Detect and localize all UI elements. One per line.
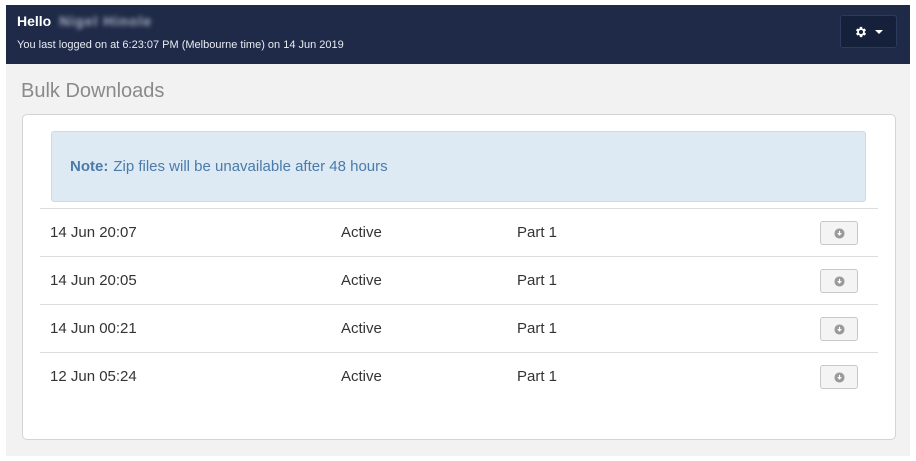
- download-date: 14 Jun 20:07: [50, 223, 137, 241]
- note-alert: Note: Zip files will be unavailable afte…: [51, 131, 866, 202]
- download-part: Part 1: [517, 367, 558, 385]
- user-name: Nigel Hinole: [59, 13, 153, 29]
- download-date: 14 Jun 20:05: [50, 271, 137, 289]
- download-button[interactable]: [820, 365, 858, 389]
- gear-icon: [854, 25, 868, 39]
- chevron-down-icon: [875, 29, 883, 34]
- table-row: 14 Jun 20:05 Active Part 1: [40, 256, 878, 304]
- last-login-text: You last logged on at 6:23:07 PM (Melbou…: [17, 39, 344, 51]
- greeting-row: Hello Nigel Hinole: [17, 13, 152, 29]
- download-button[interactable]: [820, 317, 858, 341]
- download-icon: [833, 227, 845, 239]
- greeting-text: Hello: [17, 13, 52, 29]
- download-status: Active: [341, 367, 382, 385]
- download-status: Active: [341, 223, 382, 241]
- table-row: 14 Jun 00:21 Active Part 1: [40, 304, 878, 352]
- settings-dropdown-button[interactable]: [840, 15, 897, 48]
- note-text: Zip files will be unavailable after 48 h…: [113, 158, 388, 175]
- download-icon: [833, 323, 845, 335]
- download-status: Active: [341, 271, 382, 289]
- table-row: 12 Jun 05:24 Active Part 1: [40, 352, 878, 400]
- download-date: 12 Jun 05:24: [50, 367, 137, 385]
- download-button[interactable]: [820, 221, 858, 245]
- download-button[interactable]: [820, 269, 858, 293]
- note-label: Note:: [70, 158, 109, 175]
- download-icon: [833, 371, 845, 383]
- download-part: Part 1: [517, 223, 558, 241]
- table-row: 14 Jun 20:07 Active Part 1: [40, 208, 878, 256]
- download-part: Part 1: [517, 319, 558, 337]
- download-status: Active: [341, 319, 382, 337]
- download-date: 14 Jun 00:21: [50, 319, 137, 337]
- download-part: Part 1: [517, 271, 558, 289]
- top-header: Hello Nigel Hinole You last logged on at…: [6, 5, 910, 64]
- page-title: Bulk Downloads: [21, 80, 165, 102]
- download-icon: [833, 275, 845, 287]
- app: Hello Nigel Hinole You last logged on at…: [0, 0, 916, 461]
